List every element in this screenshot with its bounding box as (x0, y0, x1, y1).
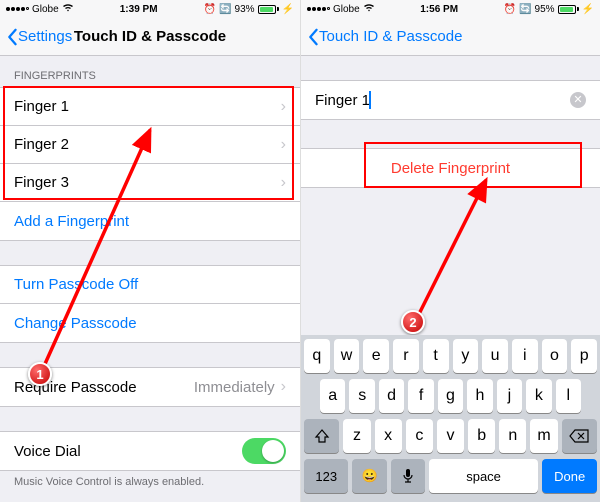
fingerprint-name-input-row: Finger 1 ✕ (301, 80, 600, 120)
fingerprint-row[interactable]: Finger 3 › (0, 164, 300, 202)
key-z[interactable]: z (343, 419, 370, 453)
key-t[interactable]: t (423, 339, 449, 373)
key-b[interactable]: b (468, 419, 495, 453)
fingerprint-row[interactable]: Finger 2 › (0, 126, 300, 164)
wifi-icon (363, 3, 375, 15)
turn-passcode-off-button[interactable]: Turn Passcode Off (0, 266, 300, 304)
key-y[interactable]: y (453, 339, 479, 373)
annotation-badge-2: 2 (401, 310, 425, 334)
key-shift[interactable] (304, 419, 339, 453)
allow-access-header: ALLOW ACCESS WHEN LOCKED: (0, 496, 300, 502)
voice-dial-label: Voice Dial (14, 443, 81, 460)
chevron-right-icon: › (281, 378, 286, 396)
voice-dial-footer: Music Voice Control is always enabled. (0, 471, 300, 496)
chevron-right-icon: › (281, 136, 286, 154)
key-o[interactable]: o (542, 339, 568, 373)
key-n[interactable]: n (499, 419, 526, 453)
require-passcode-row[interactable]: Require Passcode Immediately › (0, 368, 300, 406)
require-passcode-value: Immediately (194, 379, 275, 396)
carrier-label: Globe (333, 4, 360, 15)
key-x[interactable]: x (375, 419, 402, 453)
mic-icon (402, 468, 414, 484)
battery-icon (558, 5, 579, 14)
keyboard: q w e r t y u i o p a s d f g h j k l (301, 335, 600, 502)
charging-icon: ⚡ (282, 4, 294, 15)
wifi-icon (62, 3, 74, 15)
battery-percent: 93% (235, 4, 255, 15)
delete-fingerprint-label: Delete Fingerprint (391, 160, 510, 177)
back-label: Touch ID & Passcode (319, 28, 462, 45)
key-j[interactable]: j (497, 379, 522, 413)
key-k[interactable]: k (526, 379, 551, 413)
chevron-left-icon (6, 28, 18, 46)
voice-dial-row: Voice Dial (0, 432, 300, 470)
key-d[interactable]: d (379, 379, 404, 413)
key-f[interactable]: f (408, 379, 433, 413)
fingerprints-header: FINGERPRINTS (0, 56, 300, 87)
key-r[interactable]: r (393, 339, 419, 373)
signal-icon (307, 7, 330, 11)
change-passcode-label: Change Passcode (14, 315, 137, 332)
alarm-icon: ⏰ (504, 4, 516, 15)
fingerprint-row[interactable]: Finger 1 › (0, 88, 300, 126)
key-u[interactable]: u (482, 339, 508, 373)
key-emoji[interactable]: 😀 (352, 459, 386, 493)
backspace-icon (569, 429, 589, 443)
key-c[interactable]: c (406, 419, 433, 453)
fingerprint-label: Finger 1 (14, 98, 69, 115)
key-backspace[interactable] (562, 419, 597, 453)
key-i[interactable]: i (512, 339, 538, 373)
nav-bar: Settings Touch ID & Passcode (0, 18, 300, 56)
turn-passcode-off-label: Turn Passcode Off (14, 276, 138, 293)
status-time: 1:56 PM (420, 4, 458, 15)
rotation-lock-icon: 🔄 (519, 4, 531, 15)
back-label: Settings (18, 28, 72, 45)
rotation-lock-icon: 🔄 (219, 4, 231, 15)
key-m[interactable]: m (530, 419, 557, 453)
key-g[interactable]: g (438, 379, 463, 413)
chevron-left-icon (307, 28, 319, 46)
key-space[interactable]: space (429, 459, 538, 493)
shift-icon (314, 428, 330, 444)
battery-percent: 95% (535, 4, 555, 15)
back-button[interactable]: Touch ID & Passcode (307, 28, 462, 46)
key-v[interactable]: v (437, 419, 464, 453)
key-dictation[interactable] (391, 459, 425, 493)
status-bar: Globe 1:39 PM ⏰ 🔄 93% ⚡ (0, 0, 300, 18)
phone-right: Globe 1:56 PM ⏰ 🔄 95% ⚡ Touch ID & Passc… (300, 0, 600, 502)
key-done[interactable]: Done (542, 459, 597, 493)
key-numbers[interactable]: 123 (304, 459, 348, 493)
key-l[interactable]: l (556, 379, 581, 413)
nav-bar: Touch ID & Passcode (301, 18, 600, 56)
key-e[interactable]: e (363, 339, 389, 373)
alarm-icon: ⏰ (204, 4, 216, 15)
key-p[interactable]: p (571, 339, 597, 373)
back-button[interactable]: Settings (6, 28, 72, 46)
key-w[interactable]: w (334, 339, 360, 373)
fingerprint-label: Finger 3 (14, 174, 69, 191)
chevron-right-icon: › (281, 174, 286, 192)
fingerprint-label: Finger 2 (14, 136, 69, 153)
key-s[interactable]: s (349, 379, 374, 413)
carrier-label: Globe (32, 4, 59, 15)
require-passcode-label: Require Passcode (14, 379, 137, 396)
phone-left: Globe 1:39 PM ⏰ 🔄 93% ⚡ Settings Touch I… (0, 0, 300, 502)
key-h[interactable]: h (467, 379, 492, 413)
key-q[interactable]: q (304, 339, 330, 373)
battery-icon (258, 5, 279, 14)
add-fingerprint-button[interactable]: Add a Fingerprint (0, 202, 300, 240)
delete-fingerprint-button[interactable]: Delete Fingerprint (301, 149, 600, 187)
key-a[interactable]: a (320, 379, 345, 413)
change-passcode-button[interactable]: Change Passcode (0, 304, 300, 342)
chevron-right-icon: › (281, 98, 286, 116)
fingerprints-group: Finger 1 › Finger 2 › Finger 3 › Add a Fing… (0, 87, 300, 241)
charging-icon: ⚡ (582, 4, 594, 15)
signal-icon (6, 7, 29, 11)
add-fingerprint-label: Add a Fingerprint (14, 213, 129, 230)
status-time: 1:39 PM (120, 4, 158, 15)
status-bar: Globe 1:56 PM ⏰ 🔄 95% ⚡ (301, 0, 600, 18)
voice-dial-toggle[interactable] (242, 438, 286, 464)
